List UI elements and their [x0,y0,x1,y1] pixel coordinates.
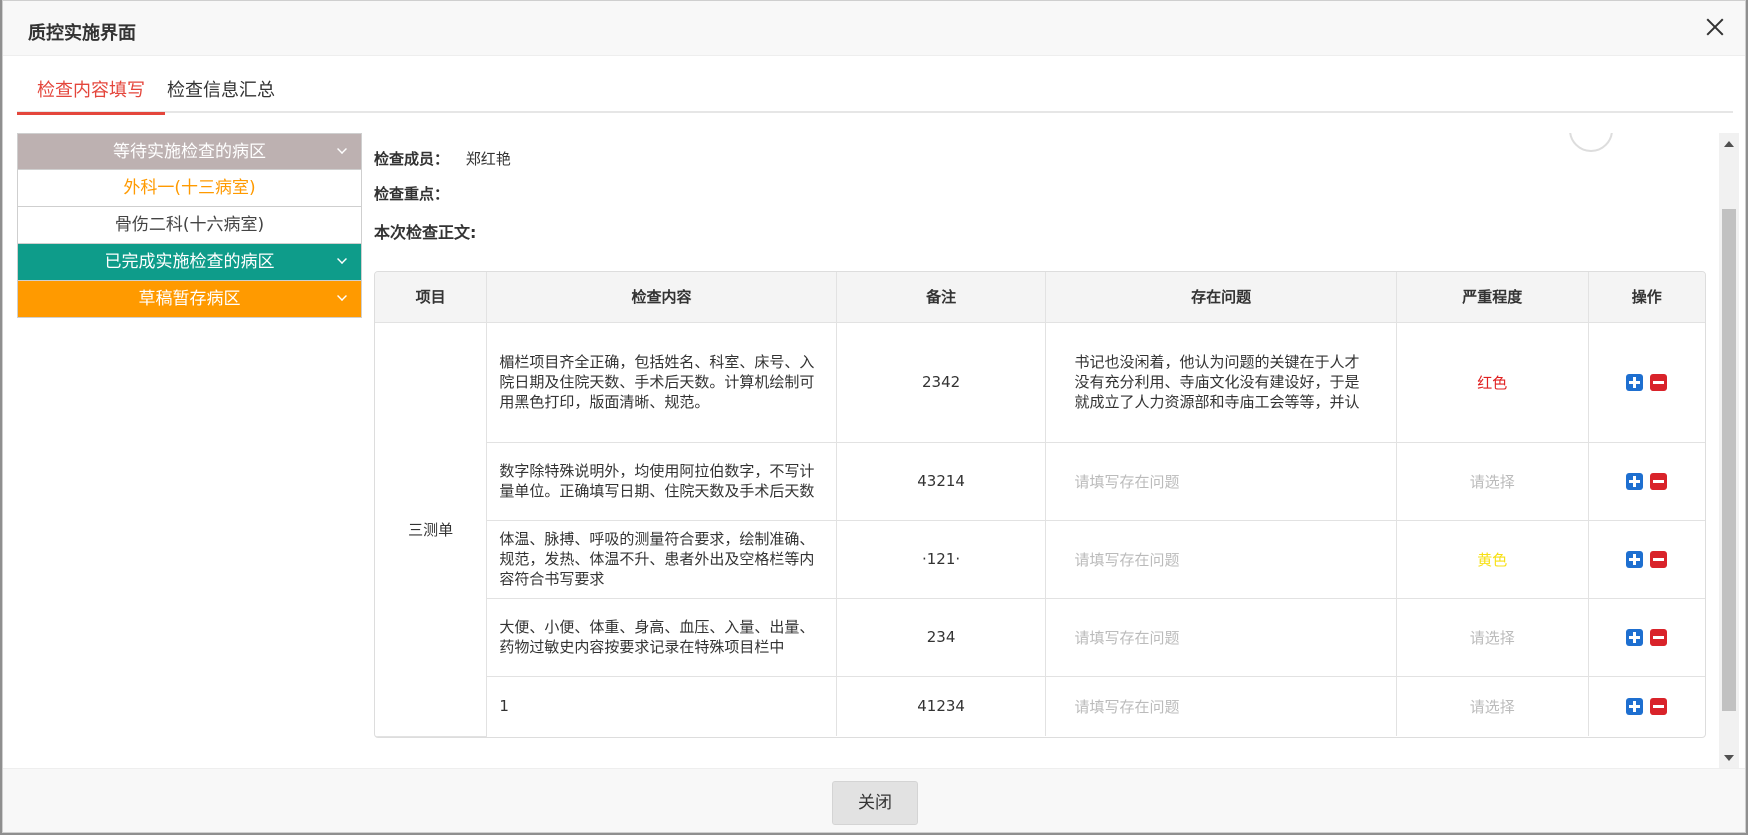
add-row-button[interactable] [1626,550,1644,568]
issue-input[interactable]: 请填写存在问题 [1045,598,1397,677]
column-header: 存在问题 [1045,272,1397,323]
sidebar-group-label: 等待实施检查的病区 [113,142,266,162]
add-row-button[interactable] [1626,628,1644,646]
dialog-title: 质控实施界面 [28,23,136,44]
scroll-up-icon[interactable] [1724,141,1734,147]
severity-select[interactable]: 请选择 [1396,598,1589,677]
remove-row-button[interactable] [1650,550,1668,568]
chevron-down-icon [337,254,347,264]
item-group-cell: 三测单 [375,322,488,737]
inspection-table: 项目 检查内容 备注 存在问题 严重程度 操作 三测单 楣栏项目齐全正确，包括姓… [374,271,1706,738]
remove-row-button[interactable] [1650,373,1668,391]
content-cell: 体温、脉搏、呼吸的测量符合要求，绘制准确、规范，发热、体温不升、患者外出及空格栏… [486,520,837,599]
content-cell: 大便、小便、体重、身高、血压、入量、出量、药物过敏史内容按要求记录在特殊项目栏中 [486,598,837,677]
scroll-thumb[interactable] [1722,209,1736,711]
ops-cell [1588,442,1705,521]
sidebar-item-ward[interactable]: 骨伤二科(十六病室) [17,207,362,244]
sidebar-group-label: 已完成实施检查的病区 [104,252,275,272]
remove-row-button[interactable] [1650,628,1668,646]
circle-icon [1569,133,1613,152]
close-button[interactable]: 关闭 [832,781,918,825]
issue-input[interactable]: 请填写存在问题 [1045,442,1397,521]
member-field: 检查成员： 郑红艳 [374,148,511,169]
chevron-down-icon [337,291,347,301]
inspection-content: 检查成员： 郑红艳 检查重点： 本次检查正文: 项目 检查内容 备注 存在问题 … [374,133,1724,769]
remark-cell[interactable]: 234 [836,598,1047,677]
table-header-row: 项目 检查内容 备注 存在问题 严重程度 操作 [375,272,1705,323]
add-row-button[interactable] [1626,697,1644,715]
sidebar-item-ward[interactable]: 外科一(十三病室) [17,170,362,207]
chevron-down-icon [337,144,347,154]
sidebar-group-label: 草稿暂存病区 [138,289,241,309]
column-header: 项目 [375,272,488,323]
table-row: 三测单 楣栏项目齐全正确，包括姓名、科室、床号、入院日期及住院天数、手术后天数。… [375,322,1705,737]
table-row: 大便、小便、体重、身高、血压、入量、出量、药物过敏史内容按要求记录在特殊项目栏中… [375,598,1705,677]
tab-bar: 检查内容填写 检查信息汇总 [17,56,1733,115]
table-row: 数字除特殊说明外，均使用阿拉伯数字，不写计量单位。正确填写日期、住院天数及手术后… [375,442,1705,521]
severity-select[interactable]: 请选择 [1396,676,1589,736]
member-label: 检查成员： [374,150,450,168]
column-header: 备注 [836,272,1047,323]
vertical-scrollbar[interactable] [1719,133,1739,769]
ward-sidebar: 等待实施检查的病区 外科一(十三病室) 骨伤二科(十六病室) 已完成实施检查的病… [17,133,362,318]
scroll-down-icon[interactable] [1724,755,1734,761]
dialog-footer: 关闭 [3,768,1745,832]
content-cell: 数字除特殊说明外，均使用阿拉伯数字，不写计量单位。正确填写日期、住院天数及手术后… [486,442,837,521]
remark-cell[interactable]: 41234 [836,676,1047,736]
focus-field: 检查重点： [374,183,461,204]
remark-cell[interactable]: 2342 [836,322,1047,443]
quality-control-dialog: 质控实施界面 检查内容填写 检查信息汇总 等待实施检查的病区 外科一(十三病室)… [2,0,1746,833]
tab-inspection-summary[interactable]: 检查信息汇总 [147,76,295,113]
table-row: 1 41234 请填写存在问题 请选择 [375,676,1705,736]
ops-cell [1588,598,1705,677]
remark-cell[interactable]: ·121· [836,520,1047,599]
ops-cell [1588,520,1705,599]
tab-inspection-fill[interactable]: 检查内容填写 [17,76,165,115]
remark-cell[interactable]: 43214 [836,442,1047,521]
body-label: 本次检查正文: [374,223,477,242]
table-row: 体温、脉搏、呼吸的测量符合要求，绘制准确、规范，发热、体温不升、患者外出及空格栏… [375,520,1705,599]
remove-row-button[interactable] [1650,472,1668,490]
content-cell: 楣栏项目齐全正确，包括姓名、科室、床号、入院日期及住院天数、手术后天数。计算机绘… [486,322,837,443]
issue-cell[interactable]: 书记也没闲着，他认为问题的关键在于人才没有充分利用、寺庙文化没有建设好，于是就成… [1045,322,1397,443]
sidebar-group-pending[interactable]: 等待实施检查的病区 [17,133,362,170]
add-row-button[interactable] [1626,373,1644,391]
issue-input[interactable]: 请填写存在问题 [1045,676,1397,736]
ops-cell [1588,676,1705,736]
column-header: 检查内容 [486,272,837,323]
focus-label: 检查重点： [374,185,450,203]
member-value: 郑红艳 [465,150,511,168]
content-cell: 1 [486,676,837,736]
ops-cell [1588,322,1705,443]
severity-cell[interactable]: 黄色 [1396,520,1589,599]
column-header: 严重程度 [1396,272,1589,323]
severity-select[interactable]: 请选择 [1396,442,1589,521]
dialog-header: 质控实施界面 [3,1,1745,56]
severity-cell[interactable]: 红色 [1396,322,1589,443]
sidebar-group-draft[interactable]: 草稿暂存病区 [17,281,362,318]
sidebar-group-done[interactable]: 已完成实施检查的病区 [17,244,362,281]
issue-input[interactable]: 请填写存在问题 [1045,520,1397,599]
add-row-button[interactable] [1626,472,1644,490]
remove-row-button[interactable] [1650,697,1668,715]
close-icon[interactable] [1703,15,1727,39]
column-header: 操作 [1588,272,1705,323]
